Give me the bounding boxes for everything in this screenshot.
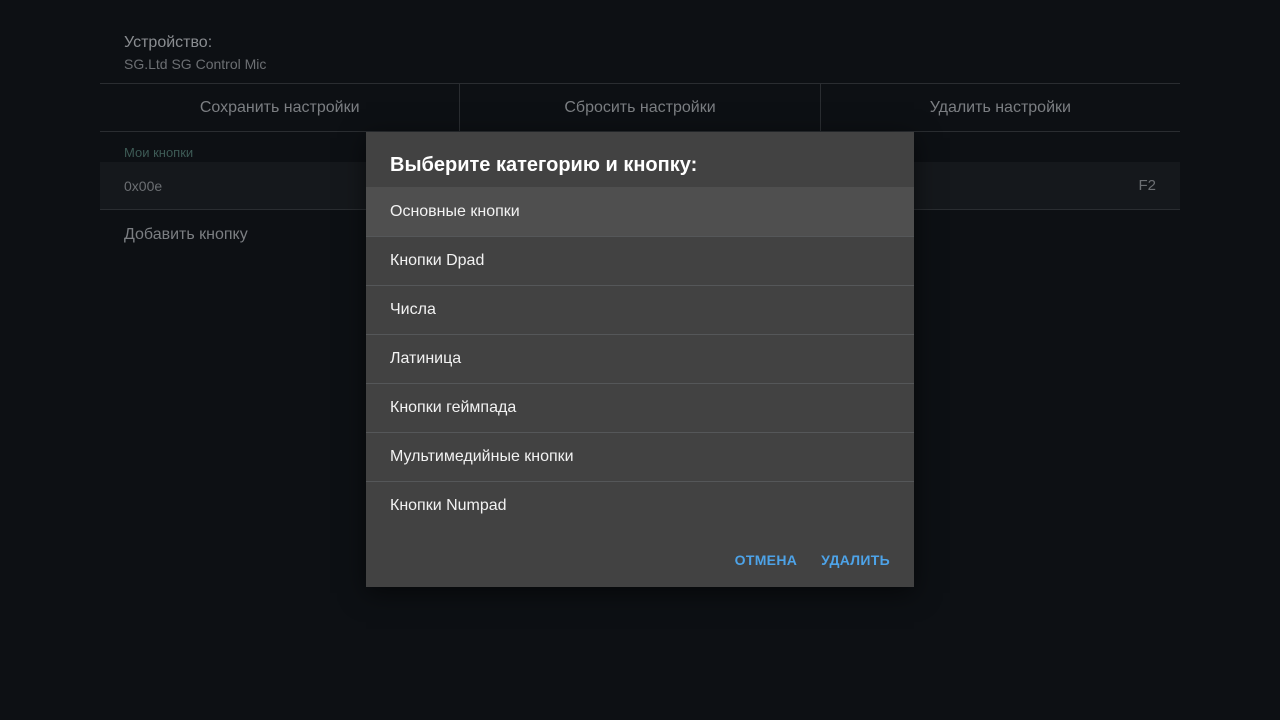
settings-actions-bar: Сохранить настройки Сбросить настройки У… bbox=[100, 83, 1180, 132]
category-item-multimedia[interactable]: Мультимедийные кнопки bbox=[366, 432, 914, 481]
device-info: Устройство: SG.Ltd SG Control Mic bbox=[124, 34, 266, 72]
binding-code: 0x00e bbox=[124, 177, 163, 194]
my-buttons-section-label: Мои кнопки bbox=[124, 145, 194, 160]
category-list: Основные кнопки Кнопки Dpad Числа Латини… bbox=[366, 187, 914, 530]
category-item-dpad[interactable]: Кнопки Dpad bbox=[366, 236, 914, 285]
delete-button[interactable]: УДАЛИТЬ bbox=[821, 552, 890, 568]
cancel-button[interactable]: ОТМЕНА bbox=[735, 552, 797, 568]
category-item-numpad[interactable]: Кнопки Numpad bbox=[366, 481, 914, 530]
save-settings-button[interactable]: Сохранить настройки bbox=[100, 84, 459, 131]
category-item-latin[interactable]: Латиница bbox=[366, 334, 914, 383]
device-label: Устройство: bbox=[124, 34, 213, 51]
category-item-gamepad[interactable]: Кнопки геймпада bbox=[366, 383, 914, 432]
category-item-basic[interactable]: Основные кнопки bbox=[366, 187, 914, 236]
dialog-title: Выберите категорию и кнопку: bbox=[390, 154, 698, 176]
reset-settings-button[interactable]: Сбросить настройки bbox=[459, 84, 819, 131]
app-screen: Устройство: SG.Ltd SG Control Mic Сохран… bbox=[0, 0, 1280, 720]
add-button[interactable]: Добавить кнопку bbox=[124, 226, 248, 244]
dialog-buttons: ОТМЕНА УДАЛИТЬ bbox=[735, 552, 890, 568]
delete-settings-button[interactable]: Удалить настройки bbox=[819, 84, 1180, 131]
category-item-numbers[interactable]: Числа bbox=[366, 285, 914, 334]
category-dialog: Выберите категорию и кнопку: Основные кн… bbox=[366, 132, 914, 587]
device-name: SG.Ltd SG Control Mic bbox=[124, 56, 267, 72]
binding-key: F2 bbox=[1138, 177, 1156, 194]
